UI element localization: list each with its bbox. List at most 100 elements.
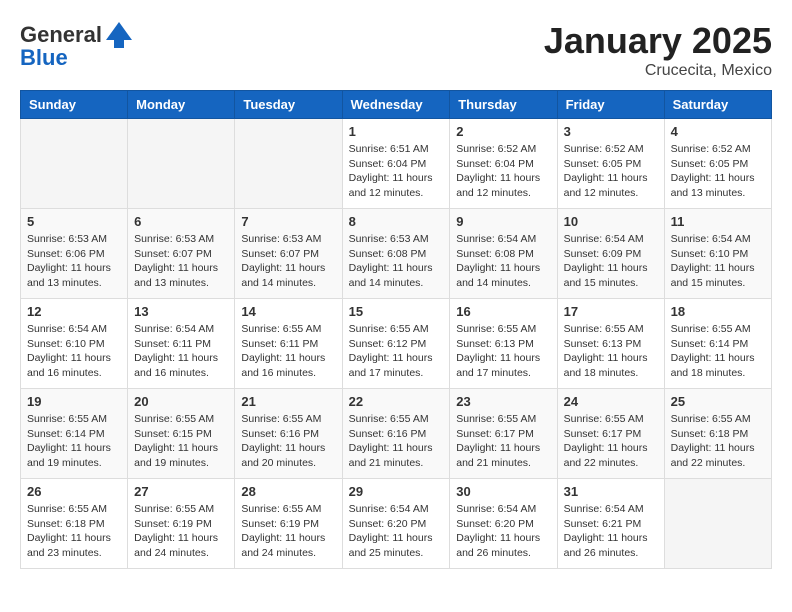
day-info: Sunrise: 6:55 AM Sunset: 6:16 PM Dayligh… [241, 412, 335, 471]
location-subtitle: Crucecita, Mexico [544, 62, 772, 80]
day-info: Sunrise: 6:53 AM Sunset: 6:07 PM Dayligh… [241, 232, 335, 291]
day-header-thursday: Thursday [450, 91, 557, 119]
calendar-cell: 29 Sunrise: 6:54 AM Sunset: 6:20 PM Dayli… [342, 479, 450, 569]
day-number: 27 [134, 484, 228, 499]
day-info: Sunrise: 6:54 AM Sunset: 6:21 PM Dayligh… [564, 502, 658, 561]
day-number: 14 [241, 304, 335, 319]
day-header-friday: Friday [557, 91, 664, 119]
day-info: Sunrise: 6:55 AM Sunset: 6:18 PM Dayligh… [27, 502, 121, 561]
day-info: Sunrise: 6:54 AM Sunset: 6:20 PM Dayligh… [456, 502, 550, 561]
day-number: 3 [564, 124, 658, 139]
calendar-cell: 9 Sunrise: 6:54 AM Sunset: 6:08 PM Daylig… [450, 209, 557, 299]
day-number: 16 [456, 304, 550, 319]
calendar-cell [664, 479, 771, 569]
day-info: Sunrise: 6:52 AM Sunset: 6:05 PM Dayligh… [564, 142, 658, 201]
day-number: 2 [456, 124, 550, 139]
calendar-cell: 21 Sunrise: 6:55 AM Sunset: 6:16 PM Dayli… [235, 389, 342, 479]
day-number: 29 [349, 484, 444, 499]
calendar-cell: 13 Sunrise: 6:54 AM Sunset: 6:11 PM Dayli… [128, 299, 235, 389]
day-info: Sunrise: 6:54 AM Sunset: 6:08 PM Dayligh… [456, 232, 550, 291]
day-info: Sunrise: 6:55 AM Sunset: 6:17 PM Dayligh… [564, 412, 658, 471]
day-info: Sunrise: 6:54 AM Sunset: 6:09 PM Dayligh… [564, 232, 658, 291]
week-row-4: 19 Sunrise: 6:55 AM Sunset: 6:14 PM Dayli… [21, 389, 772, 479]
calendar-table: SundayMondayTuesdayWednesdayThursdayFrid… [20, 90, 772, 569]
title-block: January 2025 Crucecita, Mexico [544, 20, 772, 80]
day-info: Sunrise: 6:54 AM Sunset: 6:11 PM Dayligh… [134, 322, 228, 381]
day-info: Sunrise: 6:55 AM Sunset: 6:13 PM Dayligh… [564, 322, 658, 381]
calendar-cell: 19 Sunrise: 6:55 AM Sunset: 6:14 PM Dayli… [21, 389, 128, 479]
day-info: Sunrise: 6:55 AM Sunset: 6:17 PM Dayligh… [456, 412, 550, 471]
calendar-cell: 25 Sunrise: 6:55 AM Sunset: 6:18 PM Dayli… [664, 389, 771, 479]
day-info: Sunrise: 6:55 AM Sunset: 6:12 PM Dayligh… [349, 322, 444, 381]
day-info: Sunrise: 6:55 AM Sunset: 6:11 PM Dayligh… [241, 322, 335, 381]
day-number: 28 [241, 484, 335, 499]
page-header: General Blue January 2025 Crucecita, Mex… [20, 20, 772, 80]
calendar-cell: 4 Sunrise: 6:52 AM Sunset: 6:05 PM Daylig… [664, 119, 771, 209]
day-number: 23 [456, 394, 550, 409]
calendar-cell: 3 Sunrise: 6:52 AM Sunset: 6:05 PM Daylig… [557, 119, 664, 209]
calendar-cell: 15 Sunrise: 6:55 AM Sunset: 6:12 PM Dayli… [342, 299, 450, 389]
day-info: Sunrise: 6:53 AM Sunset: 6:07 PM Dayligh… [134, 232, 228, 291]
day-info: Sunrise: 6:52 AM Sunset: 6:04 PM Dayligh… [456, 142, 550, 201]
day-info: Sunrise: 6:52 AM Sunset: 6:05 PM Dayligh… [671, 142, 765, 201]
day-info: Sunrise: 6:55 AM Sunset: 6:19 PM Dayligh… [134, 502, 228, 561]
logo-icon [104, 20, 134, 50]
day-info: Sunrise: 6:55 AM Sunset: 6:14 PM Dayligh… [27, 412, 121, 471]
calendar-cell: 28 Sunrise: 6:55 AM Sunset: 6:19 PM Dayli… [235, 479, 342, 569]
day-number: 22 [349, 394, 444, 409]
calendar-cell: 31Sunrise: 6:54 AM Sunset: 6:21 PM Dayli… [557, 479, 664, 569]
day-number: 25 [671, 394, 765, 409]
calendar-cell: 1Sunrise: 6:51 AM Sunset: 6:04 PM Daylig… [342, 119, 450, 209]
day-number: 12 [27, 304, 121, 319]
day-header-saturday: Saturday [664, 91, 771, 119]
day-number: 15 [349, 304, 444, 319]
day-info: Sunrise: 6:55 AM Sunset: 6:19 PM Dayligh… [241, 502, 335, 561]
day-number: 30 [456, 484, 550, 499]
day-number: 5 [27, 214, 121, 229]
day-number: 1 [349, 124, 444, 139]
day-number: 8 [349, 214, 444, 229]
day-header-wednesday: Wednesday [342, 91, 450, 119]
calendar-cell: 14 Sunrise: 6:55 AM Sunset: 6:11 PM Dayli… [235, 299, 342, 389]
day-info: Sunrise: 6:54 AM Sunset: 6:20 PM Dayligh… [349, 502, 444, 561]
calendar-cell [128, 119, 235, 209]
calendar-cell: 8Sunrise: 6:53 AM Sunset: 6:08 PM Daylig… [342, 209, 450, 299]
logo-general: General [20, 23, 102, 47]
day-number: 21 [241, 394, 335, 409]
calendar-cell: 2 Sunrise: 6:52 AM Sunset: 6:04 PM Daylig… [450, 119, 557, 209]
calendar-cell: 24Sunrise: 6:55 AM Sunset: 6:17 PM Dayli… [557, 389, 664, 479]
calendar-cell: 5Sunrise: 6:53 AM Sunset: 6:06 PM Daylig… [21, 209, 128, 299]
logo: General Blue [20, 20, 134, 70]
week-row-3: 12Sunrise: 6:54 AM Sunset: 6:10 PM Dayli… [21, 299, 772, 389]
calendar-cell: 22 Sunrise: 6:55 AM Sunset: 6:16 PM Dayli… [342, 389, 450, 479]
calendar-cell [235, 119, 342, 209]
calendar-header-row: SundayMondayTuesdayWednesdayThursdayFrid… [21, 91, 772, 119]
calendar-cell: 18Sunrise: 6:55 AM Sunset: 6:14 PM Dayli… [664, 299, 771, 389]
calendar-cell: 7Sunrise: 6:53 AM Sunset: 6:07 PM Daylig… [235, 209, 342, 299]
day-number: 6 [134, 214, 228, 229]
week-row-5: 26Sunrise: 6:55 AM Sunset: 6:18 PM Dayli… [21, 479, 772, 569]
day-number: 13 [134, 304, 228, 319]
day-info: Sunrise: 6:55 AM Sunset: 6:16 PM Dayligh… [349, 412, 444, 471]
calendar-cell: 6 Sunrise: 6:53 AM Sunset: 6:07 PM Daylig… [128, 209, 235, 299]
calendar-cell: 26Sunrise: 6:55 AM Sunset: 6:18 PM Dayli… [21, 479, 128, 569]
calendar-cell: 11Sunrise: 6:54 AM Sunset: 6:10 PM Dayli… [664, 209, 771, 299]
month-title: January 2025 [544, 20, 772, 62]
week-row-1: 1Sunrise: 6:51 AM Sunset: 6:04 PM Daylig… [21, 119, 772, 209]
day-number: 9 [456, 214, 550, 229]
day-info: Sunrise: 6:55 AM Sunset: 6:18 PM Dayligh… [671, 412, 765, 471]
calendar-cell: 20Sunrise: 6:55 AM Sunset: 6:15 PM Dayli… [128, 389, 235, 479]
calendar-cell: 10 Sunrise: 6:54 AM Sunset: 6:09 PM Dayli… [557, 209, 664, 299]
day-header-monday: Monday [128, 91, 235, 119]
day-number: 19 [27, 394, 121, 409]
week-row-2: 5Sunrise: 6:53 AM Sunset: 6:06 PM Daylig… [21, 209, 772, 299]
day-info: Sunrise: 6:55 AM Sunset: 6:15 PM Dayligh… [134, 412, 228, 471]
day-info: Sunrise: 6:54 AM Sunset: 6:10 PM Dayligh… [671, 232, 765, 291]
day-number: 18 [671, 304, 765, 319]
day-number: 10 [564, 214, 658, 229]
day-number: 4 [671, 124, 765, 139]
calendar-cell [21, 119, 128, 209]
calendar-cell: 23 Sunrise: 6:55 AM Sunset: 6:17 PM Dayli… [450, 389, 557, 479]
calendar-cell: 30 Sunrise: 6:54 AM Sunset: 6:20 PM Dayli… [450, 479, 557, 569]
calendar-cell: 27 Sunrise: 6:55 AM Sunset: 6:19 PM Dayli… [128, 479, 235, 569]
